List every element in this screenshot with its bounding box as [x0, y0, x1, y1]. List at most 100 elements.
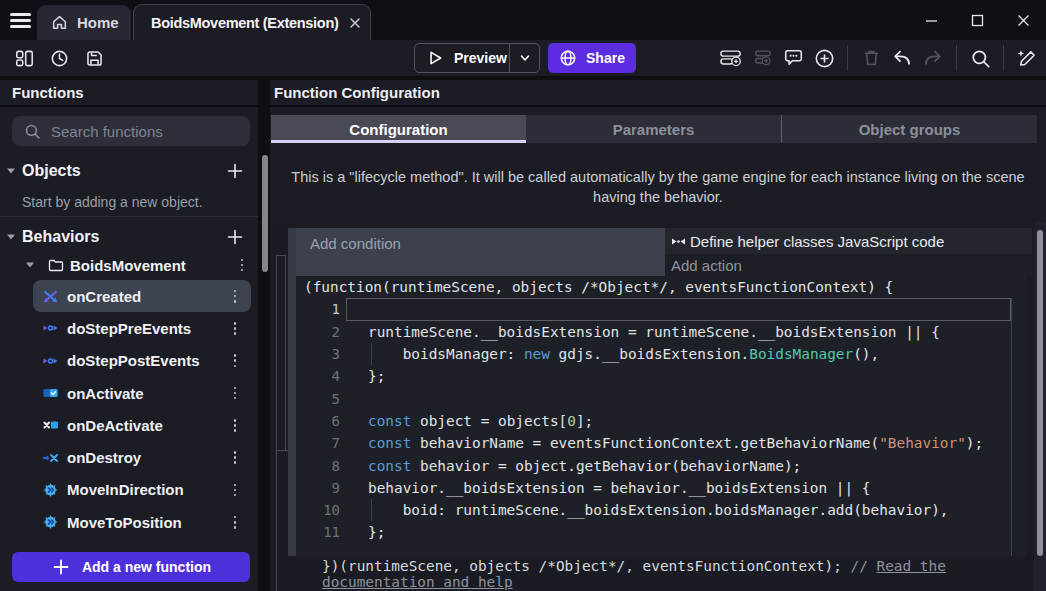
function-item-onActivate[interactable]: onActivate — [33, 377, 251, 409]
event-indent-line — [276, 450, 288, 451]
behaviors-label: Behaviors — [22, 228, 225, 246]
gear-icon — [42, 514, 58, 530]
preview-button[interactable]: Preview — [414, 43, 540, 73]
save-icon[interactable] — [83, 47, 105, 69]
undo-icon[interactable] — [891, 47, 913, 69]
objects-empty-hint: Start by adding a new object. — [22, 194, 203, 210]
toolbar-left — [13, 40, 105, 76]
more-options-icon[interactable] — [227, 516, 243, 529]
add-condition-button[interactable]: Add condition — [296, 228, 665, 276]
caret-down-icon[interactable] — [0, 167, 22, 175]
event-indent-line — [276, 255, 286, 256]
deactivate-icon — [42, 417, 58, 433]
gear-icon — [42, 482, 58, 498]
add-object-button[interactable] — [225, 161, 245, 181]
share-label: Share — [586, 50, 625, 66]
add-action-button[interactable]: Add action — [665, 254, 1032, 276]
function-item-label: MoveInDirection — [67, 481, 227, 498]
search-functions-input[interactable]: Search functions — [12, 116, 250, 146]
indent-guide — [371, 499, 372, 521]
close-icon — [1016, 13, 1031, 28]
footer-code: })(runtimeScene, objects /*Object*/, eve… — [322, 558, 851, 574]
configuration-tabs: ConfigurationParametersObject groups — [271, 115, 1037, 143]
toolbar-right — [720, 40, 1038, 76]
function-item-label: onActivate — [67, 385, 227, 402]
function-item-label: doStepPostEvents — [67, 352, 227, 369]
js-code-icon — [671, 235, 686, 248]
add-event-icon[interactable] — [720, 47, 742, 69]
add-comment-icon[interactable] — [782, 47, 804, 69]
share-button[interactable]: Share — [548, 43, 636, 73]
maximize-icon — [970, 13, 985, 28]
more-options-icon[interactable] — [227, 387, 243, 400]
more-options-icon[interactable] — [227, 484, 243, 497]
close-button[interactable] — [1000, 0, 1046, 40]
maximize-button[interactable] — [954, 0, 1000, 40]
tab-home[interactable]: Home — [37, 5, 131, 40]
sidebar-scrollbar[interactable] — [262, 155, 268, 272]
function-item-MoveToPosition[interactable]: MoveToPosition — [33, 506, 251, 538]
function-item-onDestroy[interactable]: onDestroy — [33, 441, 251, 473]
behaviors-section-header[interactable]: Behaviors — [0, 222, 258, 252]
search-icon — [24, 123, 41, 140]
panels-icon[interactable] — [13, 47, 35, 69]
caret-down-icon[interactable] — [0, 233, 22, 241]
objects-section-header[interactable]: Objects — [0, 156, 258, 186]
more-options-icon[interactable] — [227, 419, 243, 432]
more-options-icon[interactable] — [234, 259, 250, 272]
more-options-icon[interactable] — [227, 451, 243, 464]
folder-icon — [48, 258, 64, 273]
preview-label: Preview — [454, 50, 507, 66]
behavior-group-row[interactable]: BoidsMovement — [0, 252, 258, 278]
search-icon[interactable] — [969, 47, 991, 69]
add-circle-icon[interactable] — [813, 47, 835, 69]
chevron-down-icon — [518, 51, 532, 65]
tab-object-groups[interactable]: Object groups — [781, 115, 1037, 143]
titlebar: Home BoidsMovement (Extension) — [0, 0, 1046, 40]
tab-parameters[interactable]: Parameters — [526, 115, 781, 143]
events-scrollbar-track[interactable] — [1034, 222, 1046, 591]
caret-down-icon — [20, 261, 40, 269]
lifecycle-description: This is a "lifecycle method". It will be… — [288, 168, 1028, 207]
function-item-label: MoveToPosition — [67, 514, 227, 531]
indent-guide — [371, 343, 372, 365]
more-options-icon[interactable] — [227, 290, 243, 303]
function-item-onDeActivate[interactable]: onDeActivate — [33, 409, 251, 441]
activate-icon — [42, 385, 58, 401]
more-options-icon[interactable] — [227, 354, 243, 367]
function-item-label: onCreated — [67, 288, 227, 305]
event-indent-line — [285, 255, 286, 450]
more-options-icon[interactable] — [227, 322, 243, 335]
edit-spark-icon[interactable] — [1016, 47, 1038, 69]
function-item-MoveInDirection[interactable]: MoveInDirection — [33, 474, 251, 506]
function-item-doStepPostEvents[interactable]: doStepPostEvents — [33, 345, 251, 377]
event-drag-handle[interactable] — [288, 228, 296, 556]
tab-close-icon[interactable] — [348, 16, 362, 30]
preview-dropdown-button[interactable] — [509, 44, 539, 72]
toolbar-divider — [1003, 45, 1004, 71]
code-editor[interactable]: (function(runtimeScene, objects /*Object… — [296, 276, 1026, 556]
toolbar-divider — [847, 45, 848, 71]
tab-configuration[interactable]: Configuration — [271, 115, 526, 143]
function-item-onCreated[interactable]: onCreated — [33, 280, 251, 312]
behavior-items: onCreated doStepPreEvents doStepPostEvents… — [0, 280, 258, 538]
minimize-icon — [924, 13, 939, 28]
function-item-label: onDestroy — [67, 449, 227, 466]
minimize-button[interactable] — [908, 0, 954, 40]
toolbar: Preview Share — [0, 40, 1046, 76]
event-indent-line — [276, 255, 277, 591]
created-icon — [42, 288, 58, 304]
add-behavior-button[interactable] — [225, 227, 245, 247]
js-event-title[interactable]: Define helper classes JavaScript code — [665, 228, 1032, 254]
menu-icon[interactable] — [10, 13, 31, 28]
tab-extension[interactable]: BoidsMovement (Extension) — [133, 4, 371, 40]
search-placeholder: Search functions — [51, 123, 163, 140]
function-item-doStepPreEvents[interactable]: doStepPreEvents — [33, 312, 251, 344]
add-function-button[interactable]: Add a new function — [12, 552, 250, 582]
code-footer: })(runtimeScene, objects /*Object*/, eve… — [322, 559, 1043, 590]
history-icon[interactable] — [48, 47, 70, 69]
events-scrollbar-thumb[interactable] — [1037, 230, 1043, 556]
footer-comment: // — [851, 558, 877, 574]
js-event-title-label: Define helper classes JavaScript code — [690, 233, 944, 250]
step-icon — [42, 320, 58, 336]
